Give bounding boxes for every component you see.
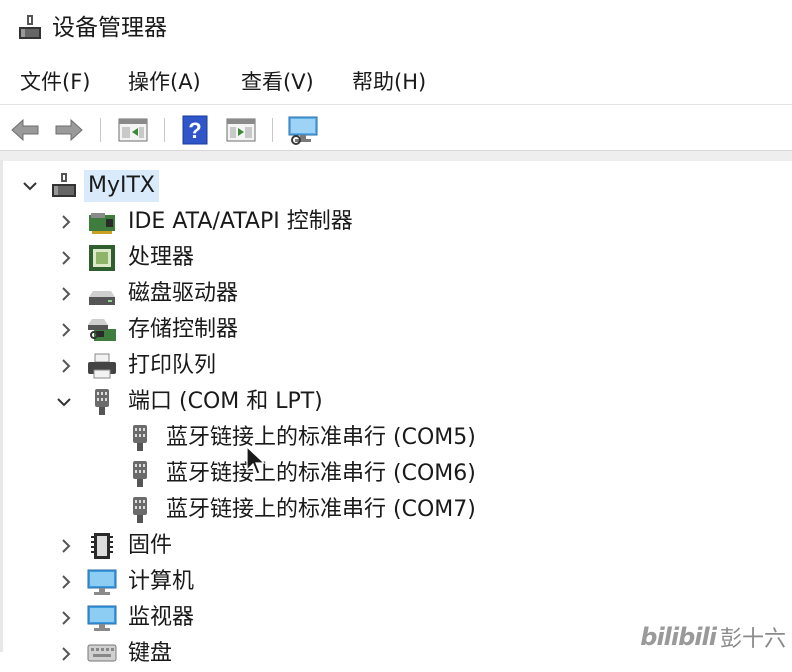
tree-item-firmware[interactable]: 固件 — [0, 528, 792, 564]
storage-controller-icon — [88, 319, 116, 341]
scan-hardware-button[interactable] — [286, 114, 320, 146]
watermark-name: 彭十六 — [719, 627, 786, 652]
chevron-right-icon[interactable] — [56, 320, 76, 340]
toolbar-divider — [100, 118, 101, 142]
chevron-right-icon[interactable] — [56, 284, 76, 304]
menu-bar: 文件(F) 操作(A) 查看(V) 帮助(H) — [0, 62, 792, 102]
action-pane-button[interactable] — [224, 114, 258, 146]
tree-item-disk-drives[interactable]: 磁盘驱动器 — [0, 276, 792, 312]
chevron-right-icon[interactable] — [56, 212, 76, 232]
tree-item-computer[interactable]: 计算机 — [0, 564, 792, 600]
tree-item-storage-controllers[interactable]: 存储控制器 — [0, 312, 792, 348]
monitor-icon — [87, 605, 117, 631]
port-icon — [133, 497, 147, 523]
menu-help[interactable]: 帮助(H) — [348, 66, 430, 98]
menu-view[interactable]: 查看(V) — [237, 66, 318, 98]
processor-icon — [89, 245, 115, 271]
tree-item-ide[interactable]: IDE ATA/ATAPI 控制器 — [0, 204, 792, 240]
chevron-right-icon[interactable] — [56, 356, 76, 376]
device-manager-icon — [19, 15, 41, 39]
port-icon — [133, 461, 147, 487]
tree-item-print-queues[interactable]: 打印队列 — [0, 348, 792, 384]
svg-text:?: ? — [188, 118, 201, 143]
tree-item-label: 处理器 — [128, 245, 195, 270]
chevron-down-icon[interactable] — [54, 392, 74, 412]
tree-item-label: 蓝牙链接上的标准串行 (COM5) — [166, 425, 476, 450]
tree-item-label: 固件 — [128, 533, 173, 558]
disk-drive-icon — [89, 291, 115, 305]
chevron-right-icon[interactable] — [56, 536, 76, 556]
menu-action[interactable]: 操作(A) — [124, 66, 205, 98]
tree-root[interactable]: MyITX — [0, 168, 792, 204]
toolbar: ? — [0, 108, 792, 152]
printer-icon — [88, 353, 116, 379]
show-hide-console-tree-icon — [118, 118, 148, 142]
help-icon: ? — [182, 115, 208, 145]
tree-item-com6[interactable]: 蓝牙链接上的标准串行 (COM6) — [0, 456, 792, 492]
tree-item-processor[interactable]: 处理器 — [0, 240, 792, 276]
window-title: 设备管理器 — [52, 15, 167, 41]
help-button[interactable]: ? — [178, 114, 212, 146]
chevron-down-icon[interactable] — [20, 176, 40, 196]
toolbar-divider — [164, 118, 165, 142]
port-icon — [95, 389, 109, 415]
mouse-cursor-icon — [246, 446, 266, 475]
firmware-icon — [91, 533, 113, 559]
tree-item-label: IDE ATA/ATAPI 控制器 — [128, 209, 353, 234]
bilibili-logo: bilibili — [640, 623, 717, 651]
tree-item-label: 计算机 — [128, 569, 195, 594]
keyboard-icon — [87, 644, 117, 662]
computer-root-icon — [52, 173, 76, 197]
chevron-right-icon[interactable] — [56, 248, 76, 268]
computer-icon — [87, 569, 117, 595]
tree-item-label: 打印队列 — [128, 353, 217, 378]
tree-item-label: 监视器 — [128, 605, 195, 630]
ide-controller-icon — [89, 213, 115, 234]
tree-item-ports[interactable]: 端口 (COM 和 LPT) — [0, 384, 792, 420]
toolbar-divider — [272, 118, 273, 142]
chevron-right-icon[interactable] — [56, 608, 76, 628]
forward-button[interactable] — [52, 114, 86, 146]
menu-separator — [0, 104, 792, 105]
tree-root-label: MyITX — [84, 170, 159, 202]
chevron-right-icon[interactable] — [56, 572, 76, 592]
back-arrow-icon — [11, 118, 39, 142]
forward-arrow-icon — [55, 118, 83, 142]
tree-item-label: 端口 (COM 和 LPT) — [128, 389, 323, 414]
tree-item-label: 蓝牙链接上的标准串行 (COM7) — [166, 497, 476, 522]
scan-hardware-icon — [288, 116, 318, 145]
tree-item-com7[interactable]: 蓝牙链接上的标准串行 (COM7) — [0, 492, 792, 528]
menu-file[interactable]: 文件(F) — [16, 66, 94, 98]
tree-item-com5[interactable]: 蓝牙链接上的标准串行 (COM5) — [0, 420, 792, 456]
port-icon — [133, 425, 147, 451]
action-pane-icon — [226, 118, 256, 142]
show-hide-tree-button[interactable] — [116, 114, 150, 146]
tree-item-label: 磁盘驱动器 — [128, 281, 239, 306]
tree-item-label: 蓝牙链接上的标准串行 (COM6) — [166, 461, 476, 486]
chevron-right-icon[interactable] — [56, 644, 76, 664]
watermark: bilibili 彭十六 — [640, 622, 786, 652]
title-bar: 设备管理器 — [0, 0, 792, 58]
back-button[interactable] — [8, 114, 42, 146]
tree-item-label: 键盘 — [128, 641, 173, 666]
content-separator — [0, 150, 792, 161]
tree-item-label: 存储控制器 — [128, 317, 239, 342]
